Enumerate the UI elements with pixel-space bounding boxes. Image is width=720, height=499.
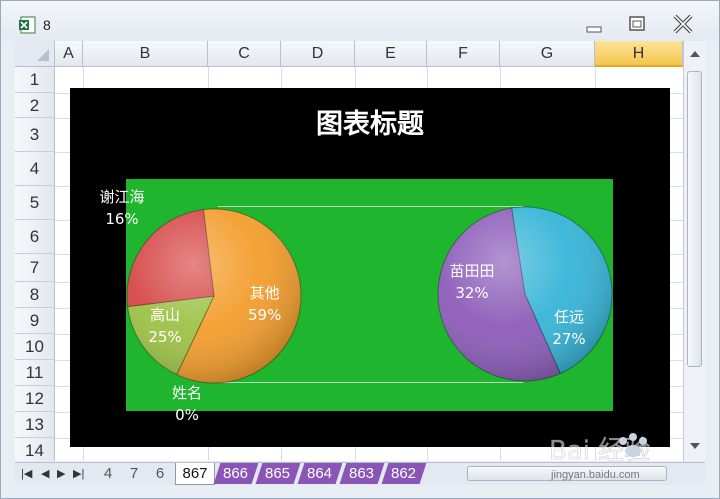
last-sheet-icon[interactable]: ▶| [73,467,84,480]
scroll-down-icon[interactable] [689,441,701,451]
vertical-scrollbar[interactable] [683,41,706,461]
scroll-up-icon[interactable] [689,49,701,59]
label-xiejianghai-pct: 16% [105,210,139,228]
label-xingming[interactable]: 姓名 0% [160,382,214,426]
label-qita-pct: 59% [248,306,282,324]
column-header-d[interactable]: D [281,41,355,67]
row-header-1[interactable]: 1 [15,67,55,93]
row-header-9[interactable]: 9 [15,308,55,334]
row-header-6[interactable]: 6 [15,220,55,254]
row-header-14[interactable]: 14 [15,438,55,461]
select-all-corner[interactable] [15,41,55,67]
sheet-tab-864[interactable]: 864 [297,463,343,484]
label-renyuan-pct: 27% [552,330,586,348]
excel-window: 8 A B C D E F G H 1 2 3 4 5 6 7 8 9 10 1… [0,0,720,499]
title-bar: 8 [1,1,719,41]
label-renyuan[interactable]: 任远 27% [542,306,596,350]
sheet-tab-867[interactable]: 867 [175,463,215,485]
label-qita-name: 其他 [249,284,280,302]
watermark-url: jingyan.baidu.com [551,469,640,481]
sheet-tab-866[interactable]: 866 [213,463,259,484]
minimize-button[interactable] [579,13,607,35]
label-gaoshan[interactable]: 高山 25% [138,304,192,348]
window-title: 8 [43,17,51,33]
column-header-h[interactable]: H [595,41,683,67]
next-sheet-icon[interactable]: ▶ [57,467,65,480]
row-header-12[interactable]: 12 [15,386,55,412]
row-header-13[interactable]: 13 [15,412,55,438]
sheet-tab-865[interactable]: 865 [255,463,301,484]
label-xingming-pct: 0% [175,406,199,424]
label-miaotiantian[interactable]: 苗田田 32% [440,260,504,304]
row-header-11[interactable]: 11 [15,360,55,386]
label-xingming-name: 姓名 [171,384,202,402]
label-miaotiantian-pct: 32% [455,284,489,302]
sheet-tab-4[interactable]: 4 [97,463,119,484]
label-miaotiantian-name: 苗田田 [449,262,495,280]
column-header-c[interactable]: C [208,41,281,67]
column-header-f[interactable]: F [427,41,500,67]
row-header-3[interactable]: 3 [15,118,55,152]
column-header-e[interactable]: E [355,41,427,67]
column-header-g[interactable]: G [500,41,595,67]
column-header-a[interactable]: A [55,41,83,67]
sheet-tab-6[interactable]: 6 [149,463,171,484]
maximize-button[interactable] [623,13,651,35]
label-xiejianghai-name: 谢江海 [99,188,145,206]
label-gaoshan-pct: 25% [148,328,182,346]
vertical-scroll-thumb[interactable] [687,71,702,367]
label-gaoshan-name: 高山 [149,306,180,324]
label-xiejianghai[interactable]: 谢江海 16% [88,186,156,230]
column-header-b[interactable]: B [83,41,208,67]
sheet-tab-863[interactable]: 863 [339,463,385,484]
label-renyuan-name: 任远 [553,308,584,326]
sheet-tab-7[interactable]: 7 [123,463,145,484]
sheet-tab-862[interactable]: 862 [381,463,427,484]
row-header-7[interactable]: 7 [15,254,55,282]
first-sheet-icon[interactable]: |◀ [21,467,32,480]
row-header-5[interactable]: 5 [15,186,55,220]
close-button[interactable] [669,13,697,35]
row-header-2[interactable]: 2 [15,93,55,118]
excel-icon [19,16,36,34]
label-qita[interactable]: 其他 59% [248,282,281,326]
chart-area[interactable]: 图表标题 谢江海 16% 其他 59% 高山 25% 姓名 0% 苗田田 32%… [70,88,670,447]
row-header-10[interactable]: 10 [15,334,55,360]
row-header-8[interactable]: 8 [15,282,55,308]
row-header-4[interactable]: 4 [15,152,55,186]
prev-sheet-icon[interactable]: ◀ [41,467,49,480]
